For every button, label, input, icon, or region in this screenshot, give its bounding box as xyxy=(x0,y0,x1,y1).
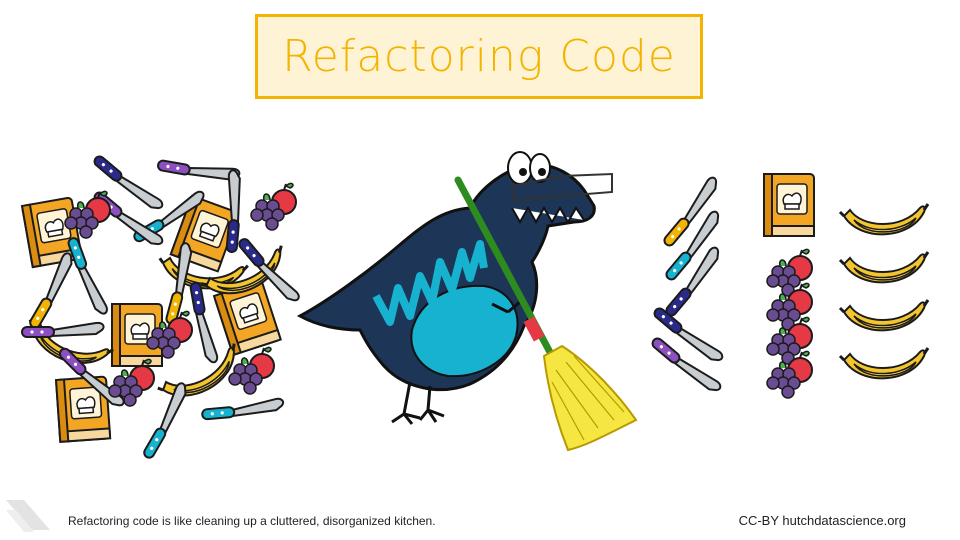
knife-icon xyxy=(156,154,242,185)
banana-icon xyxy=(838,346,930,380)
knife-icon xyxy=(660,244,726,319)
corner-logo-icon xyxy=(6,500,50,532)
knife-icon xyxy=(649,332,724,398)
apple-grape-icon xyxy=(766,248,813,297)
knife-icon xyxy=(66,234,110,318)
banana-icon xyxy=(838,202,930,236)
knife-icon xyxy=(188,280,220,366)
banana-icon xyxy=(838,250,930,284)
knife-icon xyxy=(137,380,193,461)
slide-caption: Refactoring code is like cleaning up a c… xyxy=(68,514,436,528)
organized-kitchen xyxy=(649,173,930,399)
knife-icon xyxy=(651,302,726,368)
license-credit: CC-BY hutchdatascience.org xyxy=(738,513,906,528)
banana-icon xyxy=(838,298,930,332)
kitchen-scene xyxy=(19,150,930,461)
apple-grape-icon xyxy=(250,182,297,231)
knife-icon xyxy=(200,397,286,421)
cookbook-icon xyxy=(763,173,815,237)
cluttered-kitchen-pile xyxy=(19,150,302,461)
